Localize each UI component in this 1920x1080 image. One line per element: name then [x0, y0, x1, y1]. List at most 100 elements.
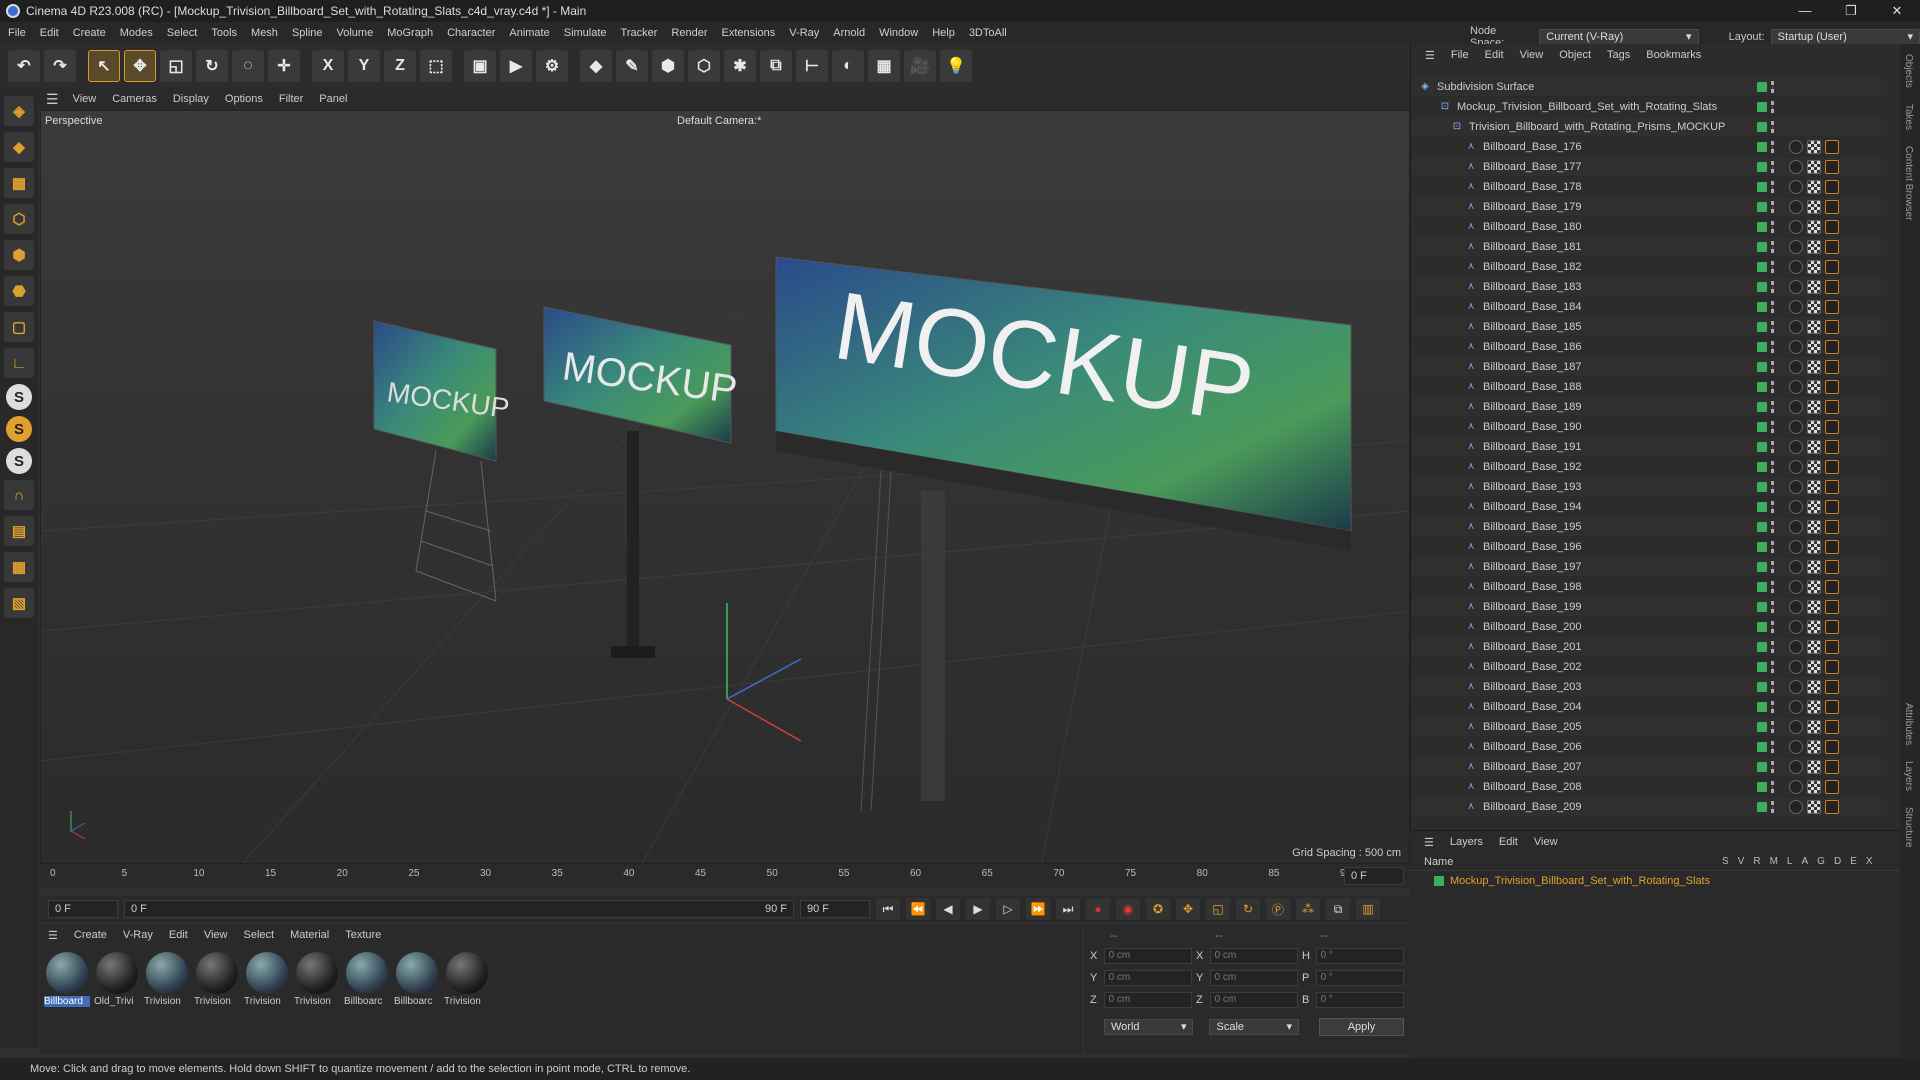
menu-arnold[interactable]: Arnold	[833, 27, 865, 39]
object-name[interactable]: Billboard_Base_208	[1483, 781, 1581, 793]
object-row[interactable]: ⋏ Billboard_Base_191	[1411, 437, 1881, 457]
visibility-check-icon[interactable]	[1757, 341, 1767, 352]
texture-tag-icon[interactable]	[1807, 179, 1821, 194]
coord-field[interactable]: 0 cm	[1103, 970, 1192, 986]
object-name[interactable]: Billboard_Base_193	[1483, 481, 1581, 493]
phong-tag-icon[interactable]	[1825, 579, 1839, 594]
object-row[interactable]: ⋏ Billboard_Base_189	[1411, 397, 1881, 417]
object-row[interactable]: ◈ Subdivision Surface	[1411, 77, 1881, 97]
texture-tag-icon[interactable]	[1807, 339, 1821, 354]
vray-material-tag-icon[interactable]	[1789, 479, 1803, 494]
texture-tag-icon[interactable]	[1807, 799, 1821, 814]
camera-icon[interactable]: 🎥	[904, 50, 936, 82]
object-name[interactable]: Trivision_Billboard_with_Rotating_Prisms…	[1469, 121, 1725, 133]
menu-create[interactable]: Create	[73, 27, 106, 39]
menu-mograph[interactable]: MoGraph	[387, 27, 433, 39]
menu-spline[interactable]: Spline	[292, 27, 323, 39]
object-row[interactable]: ⋏ Billboard_Base_208	[1411, 777, 1881, 797]
visibility-check-icon[interactable]	[1757, 761, 1767, 772]
vray-material-tag-icon[interactable]	[1789, 539, 1803, 554]
object-name[interactable]: Billboard_Base_201	[1483, 641, 1581, 653]
material-swatch[interactable]: Trivision	[144, 952, 188, 1007]
menu-extensions[interactable]: Extensions	[721, 27, 775, 39]
object-row[interactable]: ⋏ Billboard_Base_197	[1411, 557, 1881, 577]
render-visibility-dots-icon[interactable]	[1771, 440, 1775, 453]
render-visibility-dots-icon[interactable]	[1771, 720, 1775, 733]
render-visibility-dots-icon[interactable]	[1771, 420, 1775, 433]
render-visibility-dots-icon[interactable]	[1771, 240, 1775, 253]
frame-range-slider[interactable]: 0 F 90 F	[124, 900, 794, 918]
object-name[interactable]: Billboard_Base_181	[1483, 241, 1581, 253]
deformer-icon[interactable]: ⧉	[760, 50, 792, 82]
texture-tag-icon[interactable]	[1807, 439, 1821, 454]
render-visibility-dots-icon[interactable]	[1771, 680, 1775, 693]
render-visibility-dots-icon[interactable]	[1771, 200, 1775, 213]
locked-workplane-icon[interactable]: ▧	[4, 588, 34, 618]
end-frame-field[interactable]: 90 F	[800, 900, 870, 918]
next-key-icon[interactable]: ⏩	[1026, 898, 1050, 920]
layer-color-swatch[interactable]	[1434, 876, 1444, 886]
object-row[interactable]: ⋏ Billboard_Base_181	[1411, 237, 1881, 257]
object-name[interactable]: Billboard_Base_182	[1483, 261, 1581, 273]
visibility-check-icon[interactable]	[1757, 681, 1767, 692]
object-name[interactable]: Billboard_Base_206	[1483, 741, 1581, 753]
layer-menu-layers[interactable]: Layers	[1450, 836, 1483, 848]
coord-field[interactable]: 0 °	[1315, 992, 1404, 1008]
object-name[interactable]: Billboard_Base_183	[1483, 281, 1581, 293]
phong-tag-icon[interactable]	[1825, 759, 1839, 774]
coord-field[interactable]: 0 °	[1315, 970, 1404, 986]
texture-tag-icon[interactable]	[1807, 759, 1821, 774]
phong-tag-icon[interactable]	[1825, 699, 1839, 714]
apply-button[interactable]: Apply	[1318, 1018, 1404, 1036]
menu-modes[interactable]: Modes	[120, 27, 153, 39]
texture-tag-icon[interactable]	[1807, 479, 1821, 494]
viewport-menu-view[interactable]: View	[73, 93, 97, 105]
vray-material-tag-icon[interactable]	[1789, 139, 1803, 154]
phong-tag-icon[interactable]	[1825, 319, 1839, 334]
vray-material-tag-icon[interactable]	[1789, 679, 1803, 694]
visibility-check-icon[interactable]	[1757, 721, 1767, 732]
previous-frame-icon[interactable]: ◀	[936, 898, 960, 920]
axis-mode-icon[interactable]: ∟	[4, 348, 34, 378]
object-row[interactable]: ⋏ Billboard_Base_179	[1411, 197, 1881, 217]
phong-tag-icon[interactable]	[1825, 199, 1839, 214]
texture-tag-icon[interactable]	[1807, 379, 1821, 394]
visibility-check-icon[interactable]	[1757, 481, 1767, 492]
texture-tag-icon[interactable]	[1807, 399, 1821, 414]
material-menu-texture[interactable]: Texture	[345, 929, 381, 941]
object-row[interactable]: ⋏ Billboard_Base_188	[1411, 377, 1881, 397]
coord-field[interactable]: 0 cm	[1103, 992, 1192, 1008]
polygons-mode-icon[interactable]: ⬣	[4, 276, 34, 306]
object-row[interactable]: ⋏ Billboard_Base_198	[1411, 577, 1881, 597]
visibility-check-icon[interactable]	[1757, 241, 1767, 252]
render-visibility-dots-icon[interactable]	[1771, 660, 1775, 673]
menu-character[interactable]: Character	[447, 27, 495, 39]
floor-icon[interactable]: ▦	[868, 50, 900, 82]
timeline-icon[interactable]: ▥	[1356, 898, 1380, 920]
visibility-check-icon[interactable]	[1757, 621, 1767, 632]
render-visibility-dots-icon[interactable]	[1771, 460, 1775, 473]
viewport-menu-display[interactable]: Display	[173, 93, 209, 105]
phong-tag-icon[interactable]	[1825, 719, 1839, 734]
snap-s-orange-icon[interactable]: S	[6, 416, 32, 442]
phong-tag-icon[interactable]	[1825, 499, 1839, 514]
object-row[interactable]: ⋏ Billboard_Base_182	[1411, 257, 1881, 277]
vray-material-tag-icon[interactable]	[1789, 499, 1803, 514]
object-row[interactable]: ⋏ Billboard_Base_209	[1411, 797, 1881, 817]
menu-select[interactable]: Select	[167, 27, 198, 39]
visibility-check-icon[interactable]	[1757, 641, 1767, 652]
phong-tag-icon[interactable]	[1825, 139, 1839, 154]
key-parameter-icon[interactable]: Ⓟ	[1266, 898, 1290, 920]
vray-material-tag-icon[interactable]	[1789, 359, 1803, 374]
object-name[interactable]: Billboard_Base_190	[1483, 421, 1581, 433]
vray-material-tag-icon[interactable]	[1789, 399, 1803, 414]
vray-material-tag-icon[interactable]	[1789, 299, 1803, 314]
visibility-check-icon[interactable]	[1757, 321, 1767, 332]
vray-material-tag-icon[interactable]	[1789, 219, 1803, 234]
cube-icon[interactable]: ◆	[580, 50, 612, 82]
phong-tag-icon[interactable]	[1825, 639, 1839, 654]
viewport-menu-filter[interactable]: Filter	[279, 93, 303, 105]
object-row[interactable]: ⋏ Billboard_Base_186	[1411, 337, 1881, 357]
object-name[interactable]: Billboard_Base_194	[1483, 501, 1581, 513]
visibility-check-icon[interactable]	[1757, 741, 1767, 752]
